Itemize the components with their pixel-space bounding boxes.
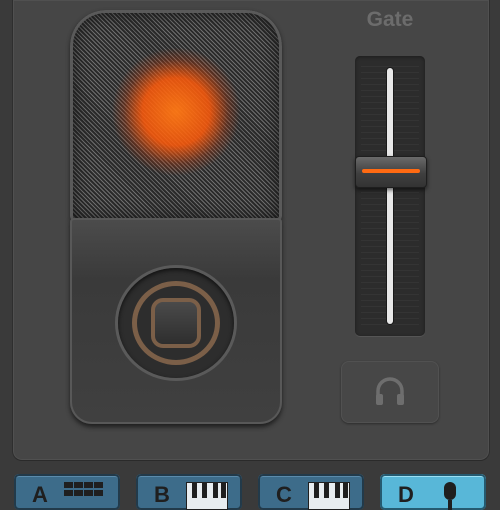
record-button-ring: [118, 268, 234, 378]
fader-slot: [387, 68, 393, 324]
keyboard-icon: [308, 482, 350, 510]
track-tab-c[interactable]: C: [258, 474, 364, 510]
drum-grid-icon: [64, 482, 103, 496]
record-button[interactable]: [151, 298, 201, 348]
track-letter: C: [276, 482, 292, 507]
keyboard-icon: [186, 482, 228, 510]
gate-fader-handle[interactable]: [355, 156, 427, 188]
track-tab-b[interactable]: B: [136, 474, 242, 510]
fader-indicator-line: [362, 169, 420, 173]
monitor-button[interactable]: [341, 361, 439, 423]
headphones-icon: [376, 377, 404, 405]
track-letter: B: [154, 482, 170, 507]
track-letter: A: [32, 482, 48, 507]
record-button-outline: [132, 281, 220, 365]
track-letter: D: [398, 482, 414, 507]
microphone-grille-level-meter: [70, 10, 282, 222]
track-tab-a[interactable]: A: [14, 474, 120, 510]
microphone-body: [70, 218, 282, 424]
gate-fader[interactable]: [355, 56, 427, 336]
track-tab-d[interactable]: D: [380, 474, 486, 510]
microphone-icon: [444, 482, 456, 510]
gate-label: Gate: [366, 8, 414, 31]
